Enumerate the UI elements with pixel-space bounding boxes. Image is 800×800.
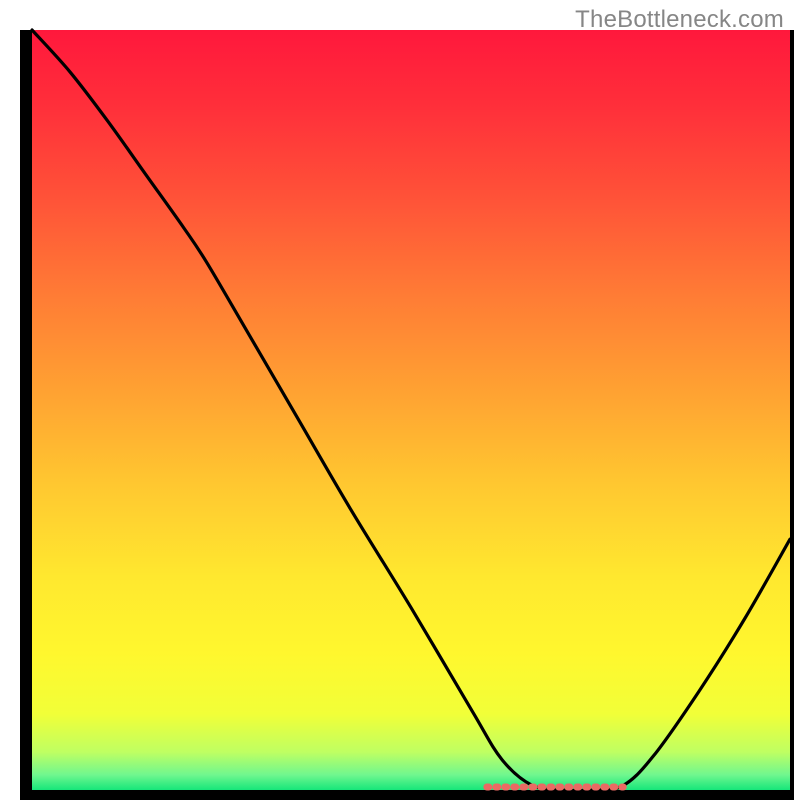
plot-background <box>32 30 790 790</box>
plot-frame <box>20 30 32 800</box>
plot-frame <box>790 30 794 790</box>
chart-container: TheBottleneck.com <box>0 0 800 800</box>
plot-frame <box>20 790 794 800</box>
watermark-text: TheBottleneck.com <box>575 6 784 34</box>
bottleneck-chart <box>0 0 800 800</box>
